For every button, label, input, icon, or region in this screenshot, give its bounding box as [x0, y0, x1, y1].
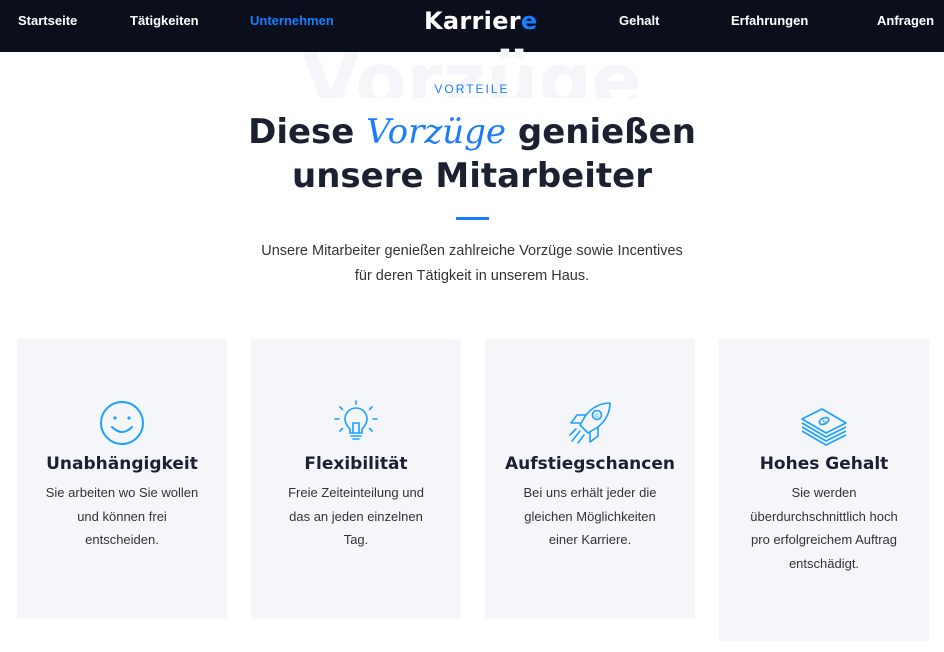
headline-line-2: unsere Mitarbeiter — [292, 156, 652, 196]
headline-divider — [456, 217, 489, 220]
card-title: Hohes Gehalt — [759, 454, 889, 474]
card-text-line: pro erfolgreichem Auftrag — [751, 532, 897, 547]
smiley-icon — [100, 401, 144, 445]
card-text-line: Bei uns erhält jeder die — [523, 485, 657, 500]
headline-highlight: Vorzüge — [366, 112, 507, 152]
card-text-line: Sie werden — [791, 485, 857, 500]
card-text-line: Freie Zeiteinteilung und — [288, 485, 424, 500]
nav-link-anfragen[interactable]: Anfragen — [877, 13, 934, 28]
rocket-icon: © — [569, 402, 611, 444]
headline-suffix: genießen — [506, 112, 696, 152]
card-description: Sie arbeiten wo Sie wollen und können fr… — [39, 481, 205, 552]
section-eyebrow: VORTEILE — [434, 82, 510, 96]
benefit-card-flexibilitaet: Flexibilität Freie Zeiteinteilung und da… — [251, 339, 461, 619]
section-headline: Diese Vorzüge genießen unsere Mitarbeite… — [0, 110, 944, 198]
card-text-line: gleichen Möglichkeiten — [524, 508, 656, 524]
card-title: Flexibilität — [304, 454, 408, 474]
site-logo[interactable]: Karriere — [424, 7, 537, 35]
card-description: Bei uns erhält jeder die gleichen Möglic… — [507, 481, 673, 552]
card-text-line: überdurchschnittlich hoch — [750, 508, 898, 524]
card-text-line: entschädigt. — [788, 555, 860, 571]
benefit-card-unabhaengigkeit: Unabhängigkeit Sie arbeiten wo Sie wolle… — [17, 339, 227, 619]
card-title: Unabhängigkeit — [46, 454, 198, 474]
card-text-line: das an jeden einzelnen — [289, 508, 423, 524]
intro-line-1: Unsere Mitarbeiter genießen zahlreiche V… — [261, 243, 683, 259]
card-text-line: Sie arbeiten wo Sie wollen — [45, 485, 199, 500]
card-description: Freie Zeiteinteilung und das an jeden ei… — [273, 481, 439, 552]
card-text-line: und können frei — [77, 508, 167, 524]
money-stack-icon: $ — [801, 408, 847, 446]
nav-link-erfahrungen[interactable]: Erfahrungen — [731, 13, 808, 28]
logo-text: Karrier — [424, 7, 521, 35]
nav-link-gehalt[interactable]: Gehalt — [619, 13, 659, 28]
lightbulb-icon — [334, 400, 378, 440]
card-text-line: einer Karriere. — [548, 532, 632, 547]
benefit-card-aufstiegschancen: © Aufstiegschancen Bei uns erhält jeder … — [485, 339, 695, 619]
headline-prefix: Diese — [248, 112, 367, 152]
benefit-card-hohes-gehalt: $ Hohes Gehalt Sie werden überdurchschni… — [719, 339, 929, 641]
card-text-line: Tag. — [343, 532, 369, 547]
svg-text:©: © — [594, 413, 600, 420]
logo-accent-letter: e — [520, 7, 538, 35]
card-text-line: entscheiden. — [85, 532, 159, 547]
card-description: Sie werden überdurchschnittlich hoch pro… — [741, 481, 907, 575]
card-title: Aufstiegschancen — [504, 454, 675, 474]
nav-link-unternehmen[interactable]: Unternehmen — [250, 13, 334, 28]
intro-line-2: für deren Tätigkeit in unserem Haus. — [354, 268, 590, 284]
nav-link-startseite[interactable]: Startseite — [18, 13, 77, 28]
section-intro: Unsere Mitarbeiter genießen zahlreiche V… — [0, 239, 944, 289]
nav-link-taetigkeiten[interactable]: Tätigkeiten — [130, 13, 199, 28]
